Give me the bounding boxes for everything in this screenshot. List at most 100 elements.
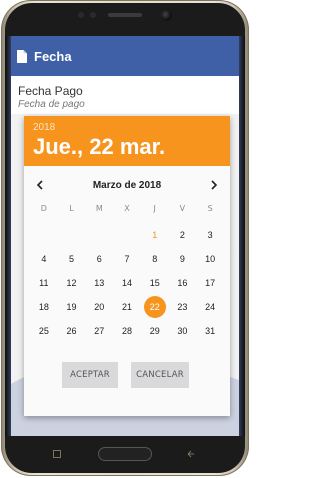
date-picker-dialog: 2018 Jue., 22 mar. Marzo de 2018 DLMXJVS…	[24, 116, 230, 416]
chevron-right-icon	[211, 180, 218, 190]
day-cell[interactable]: 5	[58, 247, 86, 271]
app-bar-title: Fecha	[34, 48, 72, 64]
day-number: 16	[177, 278, 188, 288]
weekday-label: L	[69, 204, 74, 213]
day-grid: 1 2 3 4 5 6 7 8 9 10 11 12 13 14 15 16 17 18 19 20 21 22 23 24 2…	[30, 223, 224, 343]
day-cell[interactable]: 29	[141, 319, 169, 343]
document-icon	[17, 49, 27, 63]
day-cell[interactable]: 23	[169, 295, 197, 319]
header-year[interactable]: 2018	[33, 122, 55, 133]
empty-day-cell	[113, 223, 141, 247]
day-cell[interactable]: 19	[58, 295, 86, 319]
day-number: 9	[179, 254, 185, 264]
accept-button[interactable]: ACEPTAR	[62, 362, 118, 388]
day-cell[interactable]: 21	[113, 295, 141, 319]
header-date[interactable]: Jue., 22 mar.	[33, 134, 165, 160]
weekday-label: M	[95, 204, 103, 213]
back-icon[interactable]	[186, 449, 196, 459]
day-cell[interactable]: 17	[196, 271, 224, 295]
day-cell[interactable]: 20	[85, 295, 113, 319]
day-number: 22	[143, 296, 166, 318]
month-navigation: Marzo de 2018	[24, 174, 230, 196]
day-cell[interactable]: 13	[85, 271, 113, 295]
day-number: 15	[149, 278, 160, 288]
day-cell[interactable]: 25	[30, 319, 58, 343]
day-number: 31	[205, 326, 216, 336]
field-placeholder: Fecha de pago	[18, 99, 85, 110]
recent-apps-icon[interactable]	[52, 449, 62, 459]
dialog-header: 2018 Jue., 22 mar.	[24, 116, 230, 166]
day-cell[interactable]: 24	[196, 295, 224, 319]
day-cell[interactable]: 31	[196, 319, 224, 343]
day-cell[interactable]: 6	[85, 247, 113, 271]
day-number: 11	[39, 278, 49, 288]
day-number: 10	[205, 254, 216, 264]
weekday-label: D	[40, 204, 47, 213]
day-number: 7	[124, 254, 130, 264]
day-cell[interactable]: 2	[169, 223, 197, 247]
day-cell[interactable]: 3	[196, 223, 224, 247]
day-cell[interactable]: 7	[113, 247, 141, 271]
day-cell[interactable]: 14	[113, 271, 141, 295]
day-cell[interactable]: 4	[30, 247, 58, 271]
day-number: 23	[177, 302, 188, 312]
day-cell[interactable]: 11	[30, 271, 58, 295]
day-number: 30	[177, 326, 188, 336]
day-cell[interactable]: 8	[141, 247, 169, 271]
weekday-header: DLMXJVS	[30, 204, 224, 218]
day-number: 29	[149, 326, 160, 336]
day-number: 25	[38, 326, 49, 336]
home-button[interactable]	[98, 447, 152, 461]
chevron-left-icon	[36, 180, 43, 190]
day-number: 1	[152, 230, 158, 240]
day-number: 8	[152, 254, 158, 264]
screen: Fecha Fecha Pago Fecha de pago 2018 Jue.…	[11, 36, 239, 436]
proximity-sensor	[78, 12, 84, 18]
day-cell[interactable]: 10	[196, 247, 224, 271]
day-number: 14	[121, 278, 132, 288]
day-number: 20	[94, 302, 105, 312]
fecha-pago-field[interactable]: Fecha Pago Fecha de pago	[11, 76, 239, 114]
day-cell[interactable]: 9	[169, 247, 197, 271]
field-label: Fecha Pago	[18, 84, 83, 98]
day-number: 4	[41, 254, 47, 264]
light-sensor	[90, 12, 96, 18]
weekday-label: S	[207, 204, 213, 213]
next-month-button[interactable]	[206, 177, 222, 193]
earpiece-speaker	[108, 13, 142, 17]
front-camera	[161, 10, 172, 21]
previous-month-button[interactable]	[32, 177, 48, 193]
day-cell[interactable]: 18	[30, 295, 58, 319]
day-number: 28	[121, 326, 132, 336]
weekday-label: J	[153, 204, 156, 213]
empty-day-cell	[30, 223, 58, 247]
day-cell[interactable]: 27	[85, 319, 113, 343]
day-cell[interactable]: 16	[169, 271, 197, 295]
day-number: 13	[94, 278, 105, 288]
empty-day-cell	[58, 223, 86, 247]
weekday-label: V	[179, 204, 186, 213]
day-number: 3	[207, 230, 213, 240]
day-number: 6	[96, 254, 102, 264]
day-cell[interactable]: 30	[169, 319, 197, 343]
day-number: 27	[94, 326, 105, 336]
day-number: 19	[66, 302, 77, 312]
day-number: 18	[38, 302, 49, 312]
day-number: 24	[205, 302, 216, 312]
weekday-label: X	[124, 204, 130, 213]
empty-day-cell	[85, 223, 113, 247]
selected-day-cell[interactable]: 22	[141, 295, 169, 319]
day-number: 21	[121, 302, 132, 312]
day-cell[interactable]: 15	[141, 271, 169, 295]
day-cell[interactable]: 12	[58, 271, 86, 295]
day-cell[interactable]: 28	[113, 319, 141, 343]
month-title: Marzo de 2018	[92, 179, 162, 191]
day-number: 2	[179, 230, 185, 240]
app-bar: Fecha	[11, 36, 239, 76]
day-number: 17	[205, 278, 216, 288]
cancel-button[interactable]: CANCELAR	[131, 362, 189, 388]
day-number: 5	[69, 254, 75, 264]
day-number: 26	[66, 326, 77, 336]
day-cell[interactable]: 1	[141, 223, 169, 247]
day-cell[interactable]: 26	[58, 319, 86, 343]
